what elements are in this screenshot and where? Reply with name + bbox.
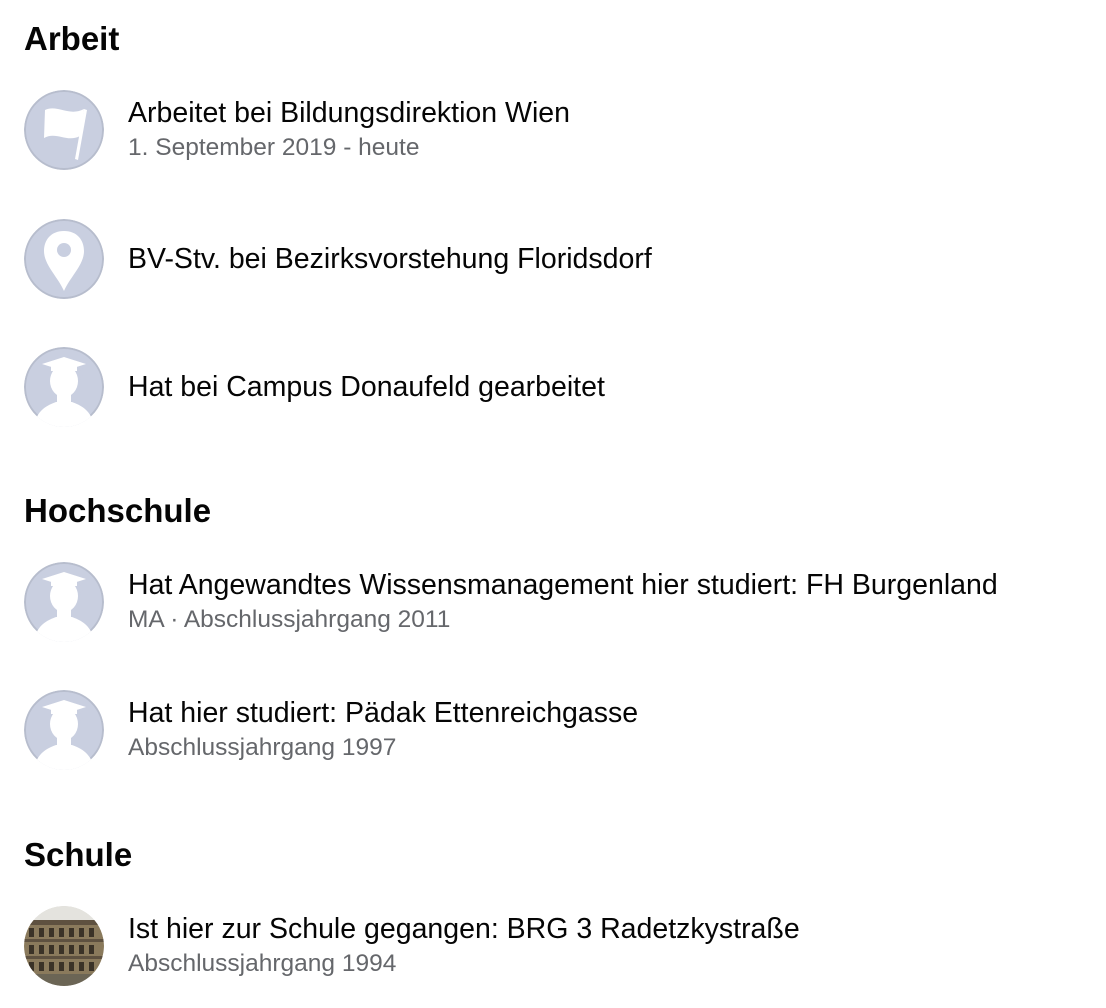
entry-title[interactable]: Hat Angewandtes Wissensmanagement hier s…	[128, 567, 1086, 603]
location-pin-icon[interactable]	[24, 219, 104, 299]
entry-subtitle: Abschlussjahrgang 1997	[128, 734, 397, 761]
section-title-school: Schule	[24, 836, 133, 873]
school-building-photo[interactable]	[24, 906, 104, 986]
college-entry-fh-burgenland[interactable]: Hat Angewandtes Wissensmanagement hier s…	[24, 562, 1106, 642]
section-title-college: Hochschule	[24, 492, 212, 529]
entry-title[interactable]: Arbeitet bei Bildungsdirektion Wien	[128, 95, 1086, 131]
entry-subtitle: Abschlussjahrgang 1994	[128, 950, 397, 977]
flag-icon[interactable]	[24, 90, 104, 170]
entry-title[interactable]: Ist hier zur Schule gegangen: BRG 3 Rade…	[128, 911, 1086, 947]
section-title-work: Arbeit	[24, 20, 120, 57]
work-entry-bezirksvorstehung[interactable]: BV-Stv. bei Bezirksvorstehung Floridsdor…	[24, 219, 1106, 299]
college-entry-paedak[interactable]: Hat hier studiert: Pädak Ettenreichgasse…	[24, 690, 1106, 770]
entry-title[interactable]: Hat hier studiert: Pädak Ettenreichgasse	[128, 695, 1086, 731]
entry-title[interactable]: BV-Stv. bei Bezirksvorstehung Floridsdor…	[128, 241, 1086, 277]
work-entry-bildungsdirektion[interactable]: Arbeitet bei Bildungsdirektion Wien 1. S…	[24, 90, 1106, 170]
entry-title[interactable]: Hat bei Campus Donaufeld gearbeitet	[128, 369, 1086, 405]
graduation-cap-icon[interactable]	[24, 347, 104, 427]
entry-subtitle: MA · Abschlussjahrgang 2011	[128, 606, 451, 633]
work-entry-campus-donaufeld[interactable]: Hat bei Campus Donaufeld gearbeitet	[24, 347, 1106, 427]
graduation-cap-icon[interactable]	[24, 690, 104, 770]
school-entry-brg3[interactable]: Ist hier zur Schule gegangen: BRG 3 Rade…	[24, 906, 1106, 986]
graduation-cap-icon[interactable]	[24, 562, 104, 642]
entry-subtitle: 1. September 2019 - heute	[128, 134, 420, 161]
